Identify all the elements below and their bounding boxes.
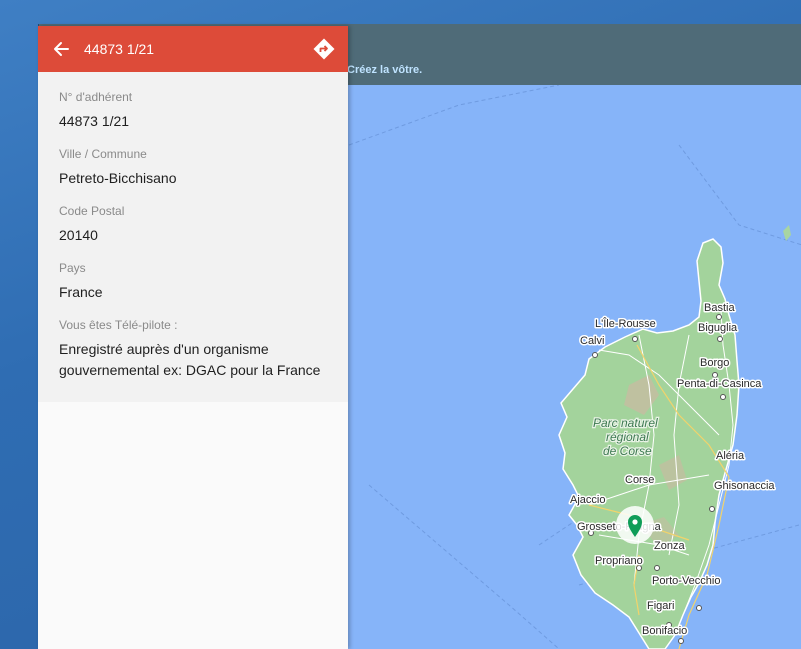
label-ile-rousse: L'Île-Rousse [595, 317, 656, 330]
directions-button[interactable] [312, 37, 336, 61]
label-park-2: régional [606, 430, 649, 444]
label-figari: Figari [647, 600, 675, 612]
field-value: Enregistré auprès d'un organisme gouvern… [59, 341, 321, 378]
label-porto-vecchio: Porto-Vecchio [652, 575, 720, 587]
label-ghisonaccia: Ghisonaccia [714, 480, 775, 492]
label-park-1: Parc naturel [593, 416, 658, 430]
details-panel: 44873 1/21 N° d'adhérent 44873 1/21 Vill… [38, 26, 348, 649]
field-label: N° d'adhérent [59, 90, 133, 104]
arrow-left-icon [54, 42, 69, 56]
small-island [783, 225, 791, 241]
field-value: 44873 1/21 [59, 113, 130, 129]
field-country: Pays France [59, 261, 328, 303]
label-biguglia: Biguglia [698, 322, 738, 334]
back-button[interactable] [38, 26, 84, 72]
field-postal-code: Code Postal 20140 [59, 204, 328, 246]
panel-body: N° d'adhérent 44873 1/21 Ville / Commune… [38, 72, 348, 402]
field-member-number: N° d'adhérent 44873 1/21 [59, 90, 328, 132]
field-value: Petreto-Bicchisano [59, 170, 177, 186]
field-label: Pays [59, 261, 86, 275]
panel-title: 44873 1/21 [84, 41, 155, 57]
label-calvi: Calvi [580, 335, 604, 347]
label-park-3: de Corse [603, 444, 652, 458]
label-borgo: Borgo [700, 357, 729, 369]
label-bastia: Bastia [704, 302, 735, 314]
field-label: Vous êtes Télé-pilote : [59, 318, 178, 332]
label-zonza: Zonza [654, 540, 685, 552]
panel-header: 44873 1/21 [38, 26, 348, 72]
label-aleria: Aléria [716, 450, 745, 462]
field-label: Ville / Commune [59, 147, 147, 161]
field-label: Code Postal [59, 204, 125, 218]
label-propriano: Propriano [595, 555, 643, 567]
field-city: Ville / Commune Petreto-Bicchisano [59, 147, 328, 189]
directions-icon [313, 38, 335, 60]
label-ajaccio: Ajaccio [570, 494, 605, 506]
label-corse: Corse [625, 474, 654, 486]
label-bonifacio: Bonifacio [642, 625, 687, 637]
location-marker[interactable] [616, 506, 654, 544]
field-value: 20140 [59, 227, 98, 243]
field-value: France [59, 284, 103, 300]
field-pilot-status: Vous êtes Télé-pilote : Enregistré auprè… [59, 318, 328, 381]
create-map-link[interactable]: Créez la vôtre. [347, 64, 422, 76]
label-penta: Penta-di-Casinca [677, 378, 762, 390]
